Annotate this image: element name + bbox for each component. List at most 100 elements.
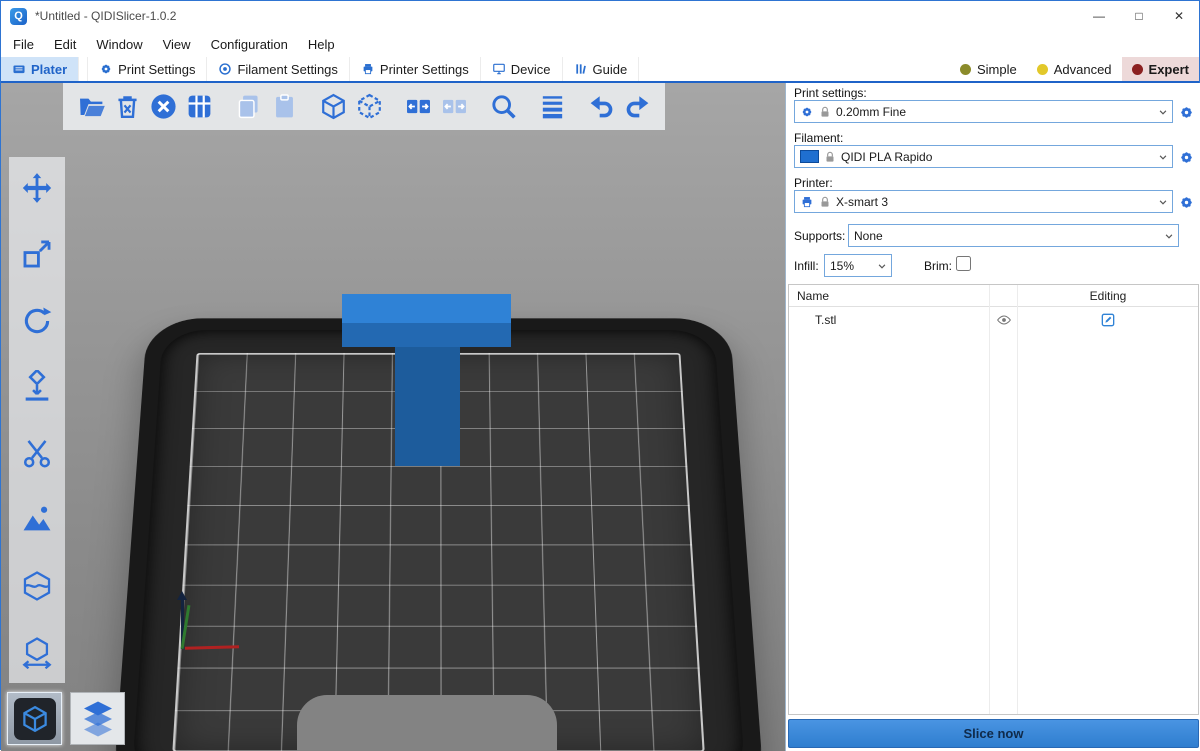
tab-plater[interactable]: Plater: [1, 57, 79, 81]
split-to-objects-button[interactable]: [400, 87, 436, 127]
model-t-crossbar-face[interactable]: [342, 323, 511, 347]
brim-checkbox[interactable]: [956, 256, 971, 271]
supports-value: None: [854, 229, 1158, 243]
print-settings-label: Print settings:: [794, 86, 867, 100]
bed-handle-notch: [297, 695, 557, 751]
viewport-3d[interactable]: [1, 83, 785, 751]
menu-help[interactable]: Help: [298, 37, 345, 52]
add-instance-button[interactable]: [315, 87, 351, 127]
editor-view-thumbnail[interactable]: [7, 692, 62, 745]
object-row[interactable]: T.stl: [789, 307, 1198, 333]
slice-now-button[interactable]: Slice now: [788, 719, 1199, 748]
scale-button[interactable]: [16, 233, 58, 275]
filament-select[interactable]: QIDI PLA Rapido: [794, 145, 1173, 168]
lock-icon: [823, 150, 837, 164]
delete-all-button[interactable]: [145, 87, 181, 127]
brim-label: Brim:: [924, 259, 952, 273]
mode-simple[interactable]: Simple: [950, 57, 1027, 81]
app-window: Q *Untitled - QIDISlicer-1.0.2 — □ ✕ Fil…: [0, 0, 1200, 750]
menu-window[interactable]: Window: [86, 37, 152, 52]
infill-select[interactable]: 15%: [824, 254, 892, 277]
model-t-stem-face[interactable]: [395, 347, 460, 466]
left-toolbar: [9, 157, 65, 683]
move-button[interactable]: [16, 167, 58, 209]
filament-icon: [218, 62, 232, 76]
cut-button[interactable]: [16, 432, 58, 474]
filament-gear-button[interactable]: [1178, 148, 1196, 166]
redo-button[interactable]: [619, 87, 655, 127]
split-to-parts-button[interactable]: [436, 87, 472, 127]
chevron-down-icon: [875, 259, 889, 273]
menu-file[interactable]: File: [3, 37, 44, 52]
search-button[interactable]: [485, 87, 521, 127]
column-divider: [1017, 285, 1018, 714]
minimize-button[interactable]: —: [1079, 1, 1119, 31]
tab-plater-label: Plater: [31, 62, 67, 77]
arrange-button[interactable]: [181, 87, 217, 127]
variable-layer-height-button[interactable]: [534, 87, 570, 127]
print-settings-select[interactable]: 0.20mm Fine: [794, 100, 1173, 123]
title-bar: Q *Untitled - QIDISlicer-1.0.2 — □ ✕: [1, 1, 1199, 31]
close-button[interactable]: ✕: [1159, 1, 1199, 31]
tab-print-settings[interactable]: Print Settings: [87, 57, 207, 81]
open-project-button[interactable]: [73, 87, 109, 127]
model-t-top-face[interactable]: [342, 294, 511, 323]
app-logo-icon: Q: [10, 8, 27, 25]
menu-view[interactable]: View: [153, 37, 201, 52]
printer-value: X-smart 3: [836, 195, 1152, 209]
delete-button[interactable]: [109, 87, 145, 127]
lock-icon: [818, 105, 832, 119]
place-on-face-button[interactable]: [16, 366, 58, 408]
tab-device[interactable]: Device: [481, 57, 563, 81]
maximize-button[interactable]: □: [1119, 1, 1159, 31]
rotate-icon: [20, 304, 54, 338]
menu-edit[interactable]: Edit: [44, 37, 86, 52]
infill-label: Infill:: [794, 259, 819, 273]
tab-filament-settings[interactable]: Filament Settings: [207, 57, 349, 81]
undo-button[interactable]: [583, 87, 619, 127]
tab-printer-settings-label: Printer Settings: [380, 62, 469, 77]
tab-guide-label: Guide: [593, 62, 628, 77]
mode-switcher: Simple Advanced Expert: [950, 57, 1199, 81]
window-title: *Untitled - QIDISlicer-1.0.2: [35, 9, 1079, 23]
scale-icon: [20, 237, 54, 271]
tab-filament-settings-label: Filament Settings: [237, 62, 337, 77]
menu-configuration[interactable]: Configuration: [201, 37, 298, 52]
device-icon: [492, 62, 506, 76]
tab-printer-settings[interactable]: Printer Settings: [350, 57, 481, 81]
filament-color-swatch: [800, 150, 819, 163]
gear-icon: [1178, 194, 1195, 211]
mode-advanced[interactable]: Advanced: [1027, 57, 1122, 81]
object-list-header: Name Editing: [789, 285, 1198, 307]
mode-expert[interactable]: Expert: [1122, 57, 1199, 81]
advanced-mode-dot-icon: [1037, 64, 1048, 75]
printer-select[interactable]: X-smart 3: [794, 190, 1173, 213]
top-toolbar: [63, 83, 665, 130]
printer-gear-button[interactable]: [1178, 193, 1196, 211]
cube-icon: [20, 704, 50, 734]
supports-select[interactable]: None: [848, 224, 1179, 247]
place-on-face-icon: [20, 370, 54, 404]
object-list: Name Editing T.stl: [788, 284, 1199, 715]
editing-icon[interactable]: [1100, 312, 1116, 328]
supports-label: Supports:: [794, 229, 845, 243]
column-header-name[interactable]: Name: [789, 289, 990, 303]
gear-icon: [800, 105, 814, 119]
redo-arrow-icon: [623, 92, 652, 121]
lock-icon: [818, 195, 832, 209]
menu-bar: File Edit Window View Configuration Help: [1, 31, 1199, 57]
preview-view-thumbnail[interactable]: [70, 692, 125, 745]
column-header-editing[interactable]: Editing: [1018, 289, 1198, 303]
rotate-button[interactable]: [16, 300, 58, 342]
infill-value: 15%: [830, 259, 871, 273]
measure-button[interactable]: [16, 631, 58, 673]
paint-supports-button[interactable]: [16, 498, 58, 540]
print-settings-gear-button[interactable]: [1178, 103, 1196, 121]
copy-button[interactable]: [230, 87, 266, 127]
remove-instance-button[interactable]: [351, 87, 387, 127]
eye-icon[interactable]: [996, 312, 1012, 328]
mode-expert-label: Expert: [1149, 62, 1189, 77]
tab-guide[interactable]: Guide: [563, 57, 640, 81]
seam-button[interactable]: [16, 565, 58, 607]
paste-button[interactable]: [266, 87, 302, 127]
